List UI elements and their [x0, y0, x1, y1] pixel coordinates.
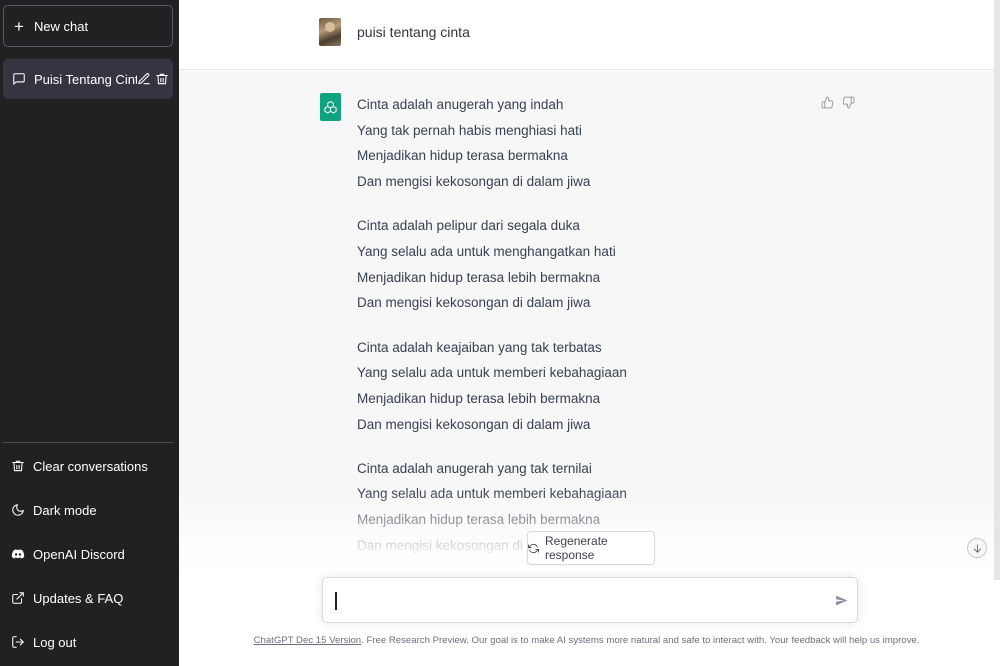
poem-line: Dan mengisi kekosongan di dalam jiwa: [357, 174, 591, 190]
dark-mode-label: Dark mode: [33, 502, 97, 518]
conversation-item[interactable]: Puisi Tentang Cinta: [3, 59, 173, 99]
assistant-message-row: Cinta adalah anugerah yang indah Yang ta…: [179, 71, 994, 580]
poem-line: Cinta adalah anugerah yang indah: [357, 97, 564, 112]
trash-icon: [11, 459, 25, 473]
sidebar-divider: [3, 442, 173, 443]
openai-discord-link[interactable]: OpenAI Discord: [3, 534, 173, 574]
plus-icon: +: [14, 16, 24, 36]
assistant-message: Cinta adalah anugerah yang indah Yang ta…: [357, 95, 817, 580]
updates-faq-label: Updates & FAQ: [33, 590, 124, 606]
thumbs-down-icon[interactable]: [842, 96, 855, 110]
poem-line: Cinta adalah keajaiban yang tak terbatas: [357, 339, 602, 355]
footer-disclaimer: ChatGPT Dec 15 Version. Free Research Pr…: [179, 635, 994, 646]
poem-line: Yang selalu ada untuk memberi kebahagiaa…: [357, 486, 627, 502]
poem-line: Menjadikan hidup terasa lebih bermakna: [357, 390, 601, 406]
footer-text: . Free Research Preview. Our goal is to …: [361, 635, 920, 646]
poem-line: Yang tak pernah habis menghiasi hati: [357, 122, 582, 138]
thumbs-up-icon[interactable]: [821, 96, 834, 110]
new-chat-label: New chat: [33, 18, 89, 34]
edit-icon[interactable]: [137, 72, 151, 86]
poem-line: Dan mengisi kekosongan di dalam jiwa: [357, 295, 591, 311]
arrow-down-icon: [972, 543, 983, 554]
clear-conversations-label: Clear conversations: [33, 458, 148, 474]
text-cursor: [335, 592, 337, 610]
regenerate-response-button[interactable]: Regenerate response: [527, 531, 655, 565]
logout-label: Log out: [33, 634, 77, 650]
poem-stanza: Cinta adalah pelipur dari segala duka Ya…: [357, 216, 817, 319]
external-link-icon: [11, 591, 25, 605]
logout-button[interactable]: Log out: [3, 622, 173, 662]
user-message-row: puisi tentang cinta: [179, 0, 994, 70]
avatar: [319, 18, 341, 46]
clear-conversations-button[interactable]: Clear conversations: [3, 446, 173, 486]
chat-main: puisi tentang cinta Cinta adalah anugera…: [179, 0, 1000, 666]
sidebar: + New chat Puisi Tentang Cinta Clear con…: [0, 0, 179, 666]
poem-line: Cinta adalah anugerah yang tak ternilai: [357, 460, 592, 476]
updates-faq-link[interactable]: Updates & FAQ: [3, 578, 173, 618]
refresh-icon: [528, 543, 539, 554]
logout-icon: [11, 635, 25, 649]
poem-stanza: Cinta adalah anugerah yang indah Yang ta…: [357, 95, 817, 198]
poem-line: Menjadikan hidup terasa bermakna: [357, 148, 568, 164]
scrollbar[interactable]: [994, 0, 1000, 580]
poem-line: Dan mengisi kekosongan di dalam jiwa: [357, 416, 591, 432]
openai-discord-label: OpenAI Discord: [33, 546, 125, 562]
message-input[interactable]: [322, 577, 858, 623]
regenerate-response-label: Regenerate response: [545, 534, 608, 562]
conversation-title: Puisi Tentang Cinta: [34, 71, 137, 87]
new-chat-button[interactable]: + New chat: [3, 5, 173, 47]
discord-icon: [11, 547, 25, 561]
moon-icon: [11, 503, 25, 517]
poem-line: Yang selalu ada untuk memberi kebahagiaa…: [357, 365, 627, 381]
poem-stanza: Cinta adalah keajaiban yang tak terbatas…: [357, 338, 817, 441]
send-icon[interactable]: [835, 594, 848, 607]
dark-mode-button[interactable]: Dark mode: [3, 490, 173, 530]
poem-line: Menjadikan hidup terasa lebih bermakna: [357, 269, 601, 285]
trash-icon[interactable]: [155, 72, 169, 86]
version-link[interactable]: ChatGPT Dec 15 Version: [254, 635, 362, 646]
scroll-to-bottom-button[interactable]: [967, 538, 987, 558]
chat-bubble-icon: [12, 72, 26, 86]
feedback-buttons: [821, 96, 855, 110]
openai-logo-icon: [320, 93, 341, 121]
poem-line: Yang selalu ada untuk menghangatkan hati: [357, 243, 616, 259]
poem-line: Cinta adalah pelipur dari segala duka: [357, 218, 580, 234]
user-message: puisi tentang cinta: [357, 24, 470, 40]
